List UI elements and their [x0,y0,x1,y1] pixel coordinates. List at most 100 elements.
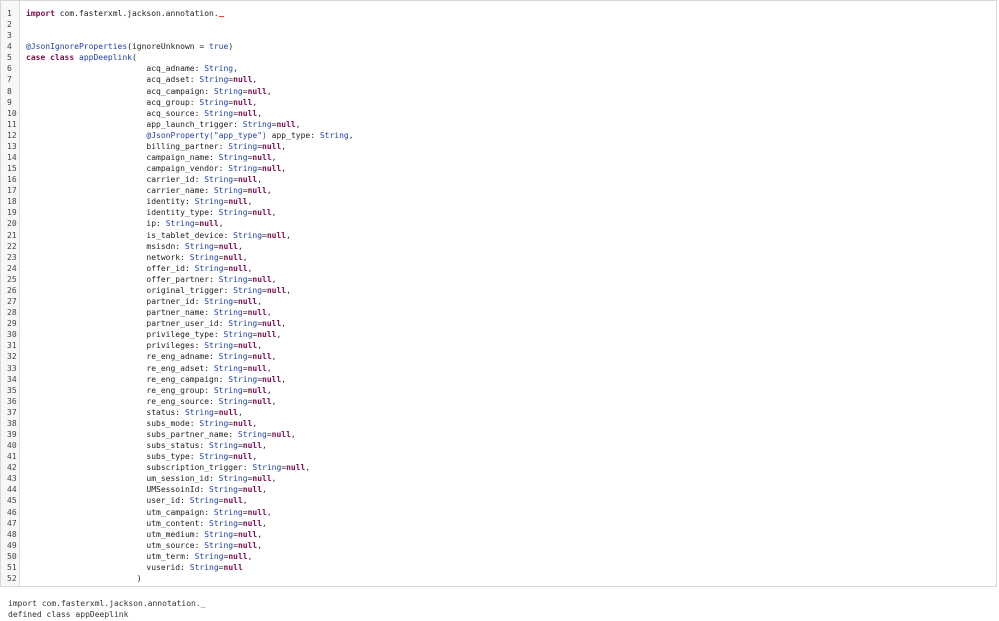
code-token-plain: , [257,540,263,550]
code-line[interactable]: 26 original_trigger: String=null, [1,285,996,296]
code-text: user_id: String=null, [26,495,247,506]
code-editor[interactable]: 1 import com.fasterxml.jackson.annotation… [1,8,996,584]
code-line[interactable]: 21 is_tablet_device: String=null, [1,230,996,241]
code-line[interactable]: 18 identity: String=null, [1,196,996,207]
code-token-type: String [194,197,224,207]
code-line[interactable]: 27 partner_id: String=null, [1,296,996,307]
code-token-plain: com.fasterxml.jackson.annotation. [54,9,219,18]
code-text: is_tablet_device: String=null, [26,230,291,241]
code-line[interactable]: 52 ) [1,573,996,584]
code-text: partner_user_id: String=null, [26,318,286,329]
code-line[interactable]: 3 [1,30,996,41]
code-token-type: String [199,452,229,462]
code-text: carrier_id: String=null, [26,174,262,185]
code-line[interactable]: 20 ip: String=null, [1,218,996,229]
code-line[interactable]: 11 app_launch_trigger: String=null, [1,119,996,130]
code-token-plain: UMSessoinId: [26,485,210,495]
code-line[interactable]: 37 status: String=null, [1,407,996,418]
code-line[interactable]: 7 acq_adset: String=null, [1,74,996,85]
code-line[interactable]: 34 re_eng_campaign: String=null, [1,374,996,385]
code-line[interactable]: 2 [1,19,996,30]
code-token-kw: null [242,485,263,495]
code-token-plain: subs_partner_name: [26,429,238,439]
code-token-plain: (ignoreUnknown = [127,42,210,52]
code-token-type: String [165,219,195,229]
line-number: 39 [7,429,17,439]
code-token-type: String [189,562,219,572]
code-line[interactable]: 36 re_eng_source: String=null, [1,396,996,407]
code-token-plain: privileges: [26,341,205,351]
line-number: 12 [7,130,17,140]
code-line[interactable]: 32 re_eng_adname: String=null, [1,351,996,362]
code-line[interactable]: 50 utm_term: String=null, [1,551,996,562]
code-line[interactable]: 10 acq_source: String=null, [1,108,996,119]
code-line[interactable]: 35 re_eng_group: String=null, [1,385,996,396]
line-number: 27 [7,297,17,307]
code-line[interactable]: 51 vuserid: String=null [1,562,996,573]
code-text: ip: String=null, [26,218,223,229]
code-line[interactable]: 43 um_session_id: String=null, [1,473,996,484]
code-line[interactable]: 29 partner_user_id: String=null, [1,318,996,329]
code-line[interactable]: 23 network: String=null, [1,252,996,263]
code-line[interactable]: 16 carrier_id: String=null, [1,174,996,185]
code-token-ann: @JsonIgnoreProperties [26,42,128,52]
code-token-plain: partner_id: [26,297,205,307]
line-number: 21 [7,230,17,240]
code-token-plain: identity: [26,197,195,207]
code-text: identity: String=null, [26,196,252,207]
code-token-type: String [319,130,349,140]
code-token-kw: null [237,108,258,118]
output-line: defined class appDeeplink [8,610,129,619]
code-line[interactable]: 48 utm_medium: String=null, [1,529,996,540]
code-token-kw: null [247,507,267,517]
code-token-kw: import [26,9,55,18]
code-line[interactable]: 15 campaign_vendor: String=null, [1,163,996,174]
code-token-plain: , [262,518,267,528]
code-token-plain: , [305,463,311,473]
code-line[interactable]: 28 partner_name: String=null, [1,307,996,318]
code-line[interactable]: 13 billing_partner: String=null, [1,141,996,152]
line-number: 33 [7,363,17,373]
code-line[interactable]: 22 msisdn: String=null, [1,241,996,252]
code-line[interactable]: 45 user_id: String=null, [1,495,996,506]
code-line[interactable]: 49 utm_source: String=null, [1,540,996,551]
code-line[interactable]: 44 UMSessoinId: String=null, [1,484,996,495]
code-line[interactable]: 24 offer_id: String=null, [1,263,996,274]
code-token-type: String [199,97,229,107]
code-line[interactable]: 40 subs_status: String=null, [1,440,996,451]
code-line[interactable]: 41 subs_type: String=null, [1,451,996,462]
line-number: 17 [7,186,17,196]
line-number: 44 [7,485,17,495]
line-number: 3 [7,31,12,41]
code-token-type: String [228,374,258,384]
code-line[interactable]: 33 re_eng_adset: String=null, [1,363,996,374]
line-number: 26 [7,285,17,295]
code-line[interactable]: 47 utm_content: String=null, [1,518,996,529]
code-text: carrier_name: String=null, [26,185,271,196]
code-line[interactable]: 8 acq_campaign: String=null, [1,86,996,97]
code-token-plain: , [247,551,253,561]
code-token-plain: , [247,197,253,207]
code-line[interactable]: 17 carrier_name: String=null, [1,185,996,196]
code-line[interactable]: 30 privilege_type: String=null, [1,329,996,340]
code-line[interactable]: 42 subscription_trigger: String=null, [1,462,996,473]
code-line[interactable]: 14 campaign_name: String=null, [1,152,996,163]
code-line[interactable]: 46 utm_campaign: String=null, [1,507,996,518]
code-line[interactable]: 38 subs_mode: String=null, [1,418,996,429]
code-line[interactable]: 4 @JsonIgnoreProperties(ignoreUnknown = t… [1,41,996,52]
code-token-plain: , [281,164,287,174]
code-line[interactable]: 9 acq_group: String=null, [1,97,996,108]
code-token-plain: , [237,407,243,417]
code-token-plain: , [271,153,277,163]
code-line[interactable]: 25 offer_partner: String=null, [1,274,996,285]
code-text: re_eng_source: String=null, [26,396,276,407]
code-token-kw: null [218,407,238,417]
code-line[interactable]: 39 subs_partner_name: String=null, [1,429,996,440]
code-line[interactable]: 19 identity_type: String=null, [1,207,996,218]
code-line[interactable]: 31 privileges: String=null, [1,340,996,351]
code-line[interactable]: 6 acq_adname: String, [1,63,996,74]
code-line[interactable]: 1 import com.fasterxml.jackson.annotation… [1,8,996,19]
code-line[interactable]: 5 case class appDeeplink( [1,52,996,63]
code-line[interactable]: 12 @JsonProperty("app_type") app_type: S… [1,130,996,141]
code-cell[interactable]: 1 import com.fasterxml.jackson.annotation… [0,0,997,587]
